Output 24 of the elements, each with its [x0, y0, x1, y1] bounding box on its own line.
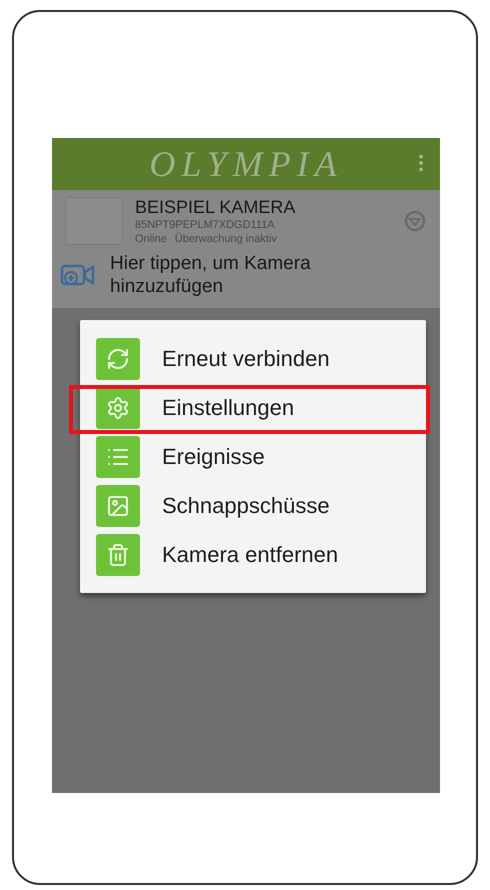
add-camera-row[interactable]: Hier tippen, um Kamera hinzuzufügen — [52, 248, 440, 308]
add-camera-icon — [60, 262, 96, 288]
menu-label: Schnappschüsse — [162, 492, 330, 520]
trash-icon — [106, 542, 130, 566]
monitoring-status: Überwachung inaktiv — [174, 232, 277, 246]
menu-label: Einstellungen — [162, 394, 294, 422]
menu-label: Erneut verbinden — [162, 345, 330, 373]
dropdown-icon[interactable] — [404, 210, 426, 232]
menu-item[interactable]: Erneut verbinden — [80, 334, 426, 383]
menu-item[interactable]: Ereignisse — [80, 432, 426, 481]
app-logo: OLYMPIA — [149, 143, 343, 186]
menu-label: Kamera entfernen — [162, 541, 338, 569]
menu-label: Ereignisse — [162, 443, 265, 471]
refresh-icon — [106, 346, 130, 370]
image-icon — [106, 494, 130, 518]
menu-item[interactable]: Kamera entfernen — [80, 530, 426, 579]
add-camera-label: Hier tippen, um Kamera hinzuzufügen — [110, 252, 312, 298]
camera-row[interactable]: BEISPIEL KAMERA 85NPT9PEPLM7XDGD111A Online Überwachung inaktiv — [52, 190, 440, 248]
menu-item[interactable]: Einstellungen — [80, 383, 426, 432]
camera-status: Online — [135, 232, 167, 246]
camera-id: 85NPT9PEPLM7XDGD111A — [135, 218, 276, 232]
camera-name: BEISPIEL KAMERA — [135, 196, 296, 218]
menu-item[interactable]: Schnappschüsse — [80, 481, 426, 530]
gear-icon — [106, 396, 130, 420]
